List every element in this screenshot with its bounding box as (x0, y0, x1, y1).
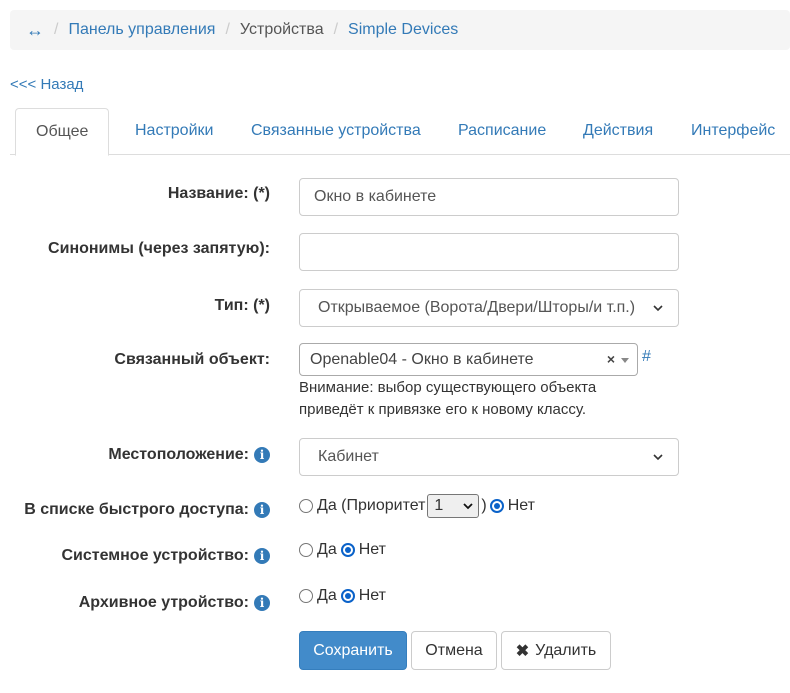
breadcrumb-simple-devices[interactable]: Simple Devices (348, 21, 458, 39)
quick-access-close-paren: ) (481, 497, 487, 514)
chevron-down-icon (653, 454, 663, 461)
location-select[interactable]: Кабинет (299, 438, 679, 476)
quick-access-yes-radio[interactable] (299, 499, 313, 513)
chevron-down-icon (463, 503, 474, 510)
info-icon[interactable]: i (254, 502, 270, 518)
type-select[interactable]: Открываемое (Ворота/Двери/Шторы/и т.п.) (299, 289, 679, 327)
archive-no-radio[interactable] (340, 589, 355, 603)
location-label: Местоположение: i (108, 446, 270, 464)
quick-access-no-radio[interactable] (489, 499, 504, 513)
info-icon[interactable]: i (254, 548, 270, 564)
system-device-no-label: Нет (358, 541, 386, 558)
tab-schedule[interactable]: Расписание (438, 108, 566, 155)
quick-access-no-label: Нет (507, 497, 535, 514)
quick-access-label: В списке быстрого доступа: i (24, 501, 270, 519)
save-button[interactable]: Сохранить (299, 631, 407, 670)
delete-button[interactable]: ✖ Удалить (501, 631, 611, 670)
breadcrumb-separator: / (54, 21, 59, 38)
linked-object-value: Openable04 - Окно в кабинете (310, 350, 534, 368)
linked-object-label: Связанный объект: (114, 351, 270, 368)
archive-label: Архивное утройство: i (79, 594, 270, 612)
linked-object-select[interactable]: Openable04 - Окно в кабинете × (299, 343, 638, 376)
breadcrumb-separator: / (225, 21, 230, 38)
tab-actions[interactable]: Действия (563, 108, 673, 155)
tab-general[interactable]: Общее (15, 108, 110, 156)
system-device-yes-label: Да (317, 541, 337, 558)
breadcrumb-separator: / (333, 21, 339, 38)
location-select-value: Кабинет (318, 448, 379, 465)
breadcrumb-devices: Устройства (239, 21, 324, 38)
system-device-label: Системное устройство: i (61, 547, 270, 565)
archive-yes-radio[interactable] (299, 589, 313, 603)
tab-settings[interactable]: Настройки (115, 108, 233, 155)
cancel-button[interactable]: Отмена (411, 631, 497, 670)
info-icon[interactable]: i (254, 595, 270, 611)
priority-select[interactable]: 1 (427, 494, 480, 518)
dropdown-arrow-icon[interactable] (621, 358, 629, 363)
system-device-yes-radio[interactable] (299, 543, 313, 557)
linked-object-warning: Внимание: выбор существующего объекта пр… (299, 379, 597, 418)
archive-no-label: Нет (358, 587, 386, 604)
tab-interface[interactable]: Интерфейс (671, 108, 790, 155)
quick-access-yes-label: Да (Приоритет (317, 497, 426, 514)
clear-icon[interactable]: × (607, 351, 615, 367)
name-input[interactable] (299, 178, 679, 216)
archive-options: Да Нет (299, 587, 386, 605)
type-select-value: Открываемое (Ворота/Двери/Шторы/и т.п.) (318, 299, 636, 316)
type-label: Тип: (*) (214, 297, 270, 314)
archive-yes-label: Да (317, 587, 337, 604)
info-icon[interactable]: i (254, 447, 270, 463)
synonyms-label: Синонимы (через запятую): (48, 240, 270, 257)
linked-object-link[interactable]: # (642, 348, 651, 366)
close-icon: ✖ (515, 642, 530, 660)
breadcrumb-control-panel[interactable]: Панель управления (68, 21, 215, 39)
tab-linked-devices[interactable]: Связанные устройства (231, 108, 441, 155)
back-link[interactable]: <<< Назад (10, 76, 83, 93)
expand-arrows-icon[interactable]: ↔ (26, 20, 44, 41)
system-device-options: Да Нет (299, 541, 386, 559)
chevron-down-icon (653, 305, 663, 312)
tab-bar: Общее Настройки Связанные устройства Рас… (10, 108, 790, 156)
quick-access-options: Да (Приоритет 1 ) Нет (299, 494, 535, 518)
synonyms-input[interactable] (299, 233, 679, 271)
breadcrumb: ↔ / Панель управления / Устройства / Sim… (10, 10, 790, 50)
name-label: Название: (*) (167, 185, 270, 202)
delete-button-label: Удалить (535, 641, 597, 659)
priority-select-value: 1 (434, 497, 444, 514)
system-device-no-radio[interactable] (340, 543, 355, 557)
